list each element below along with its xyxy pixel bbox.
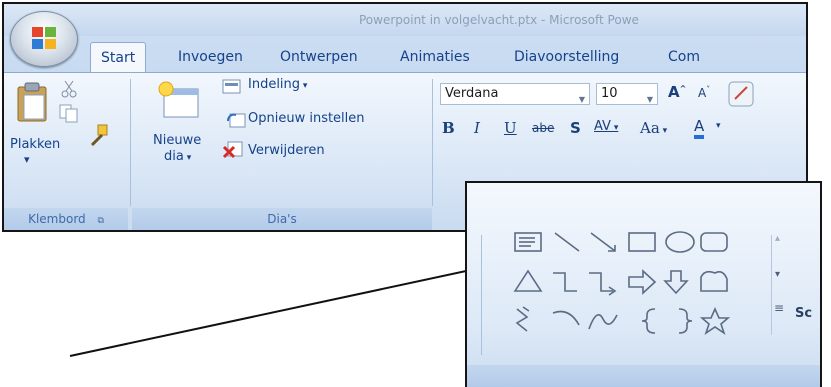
inset-footer bbox=[467, 365, 820, 387]
strikethrough-button[interactable]: abe bbox=[532, 121, 554, 135]
slides-group-label: Dia's bbox=[267, 212, 297, 226]
tab-diavoorstelling[interactable]: Diavoorstelling bbox=[504, 42, 629, 72]
gallery-more-icon[interactable]: ≡ bbox=[774, 301, 784, 315]
right-arrow-icon[interactable] bbox=[628, 269, 657, 295]
text-box-icon[interactable] bbox=[514, 232, 542, 252]
office-button[interactable] bbox=[10, 11, 78, 67]
new-slide-icon[interactable] bbox=[158, 81, 202, 123]
triangle-icon[interactable] bbox=[513, 269, 543, 292]
character-spacing-button[interactable]: AV ▾ bbox=[594, 119, 618, 134]
paste-dropdown-icon[interactable]: ▾ bbox=[24, 153, 30, 166]
curve-icon[interactable] bbox=[588, 313, 618, 330]
ribbon-tabs: Start Invoegen Ontwerpen Animaties Diavo… bbox=[90, 42, 806, 73]
italic-button[interactable]: I bbox=[474, 119, 480, 137]
bold-button[interactable]: B bbox=[442, 119, 455, 137]
section-label: Sc bbox=[795, 306, 813, 321]
gallery-scroll-up-icon[interactable]: ▴ bbox=[775, 233, 780, 244]
reset-icon[interactable] bbox=[226, 111, 246, 129]
tab-com[interactable]: Com bbox=[658, 42, 710, 72]
clipboard-group-label: Klembord bbox=[28, 212, 86, 226]
dialog-launcher-icon[interactable]: ⧉ bbox=[97, 216, 103, 226]
title-bar: Powerpoint in volgelvacht.ptx - Microsof… bbox=[4, 4, 806, 36]
right-brace-icon[interactable] bbox=[678, 308, 693, 334]
arrow-line-icon[interactable] bbox=[590, 232, 616, 252]
delete-slide-icon[interactable] bbox=[222, 139, 244, 159]
cut-icon[interactable] bbox=[58, 79, 80, 99]
font-color-button[interactable]: A bbox=[694, 117, 705, 139]
font-size-select[interactable]: 10 ▼ bbox=[596, 83, 658, 105]
underline-button[interactable]: U bbox=[504, 119, 517, 137]
group-separator bbox=[481, 235, 482, 355]
clipboard-group-footer: Klembord ⧉ bbox=[4, 208, 128, 230]
slides-group-footer: Dia's bbox=[132, 208, 432, 230]
paste-label: Plakken bbox=[10, 137, 61, 152]
clear-formatting-icon[interactable] bbox=[726, 79, 756, 109]
change-case-button[interactable]: Aa ▾ bbox=[640, 119, 667, 137]
freeform-icon[interactable] bbox=[515, 306, 530, 332]
paste-icon[interactable] bbox=[16, 81, 50, 125]
elbow-connector-icon[interactable] bbox=[553, 272, 577, 292]
gallery-scroll-down-icon[interactable]: ▾ bbox=[775, 269, 780, 280]
window-title: Powerpoint in volgelvacht.ptx - Microsof… bbox=[359, 13, 639, 27]
elbow-arrow-connector-icon[interactable] bbox=[589, 272, 617, 296]
callout-icon[interactable] bbox=[700, 270, 728, 292]
font-name-select[interactable]: Verdana ▼ bbox=[440, 83, 590, 105]
shapes-grid bbox=[513, 231, 731, 335]
reset-label[interactable]: Opnieuw instellen bbox=[248, 111, 365, 126]
rounded-rectangle-icon[interactable] bbox=[700, 232, 728, 252]
inset-top-edge bbox=[467, 183, 820, 184]
grow-font-button[interactable]: A^ bbox=[668, 83, 686, 101]
tab-animaties[interactable]: Animaties bbox=[390, 42, 480, 72]
rectangle-icon[interactable] bbox=[628, 232, 656, 252]
shrink-font-button[interactable]: A˅ bbox=[698, 85, 710, 100]
copy-icon[interactable] bbox=[58, 103, 80, 123]
line-icon[interactable] bbox=[554, 232, 580, 252]
arc-icon[interactable] bbox=[552, 310, 580, 326]
shapes-gallery-zoom: ▴ ▾ ≡ Sc bbox=[465, 181, 822, 387]
tab-start[interactable]: Start bbox=[90, 42, 147, 73]
layout-icon[interactable] bbox=[222, 79, 242, 95]
new-slide-label-2: dia ▾ bbox=[164, 149, 192, 164]
gallery-scroll-strip bbox=[771, 235, 790, 335]
format-painter-icon[interactable] bbox=[88, 123, 110, 147]
tab-invoegen[interactable]: Invoegen bbox=[168, 42, 253, 72]
oval-icon[interactable] bbox=[665, 231, 695, 253]
layout-label[interactable]: Indeling ▾ bbox=[248, 77, 307, 92]
delete-label[interactable]: Verwijderen bbox=[248, 143, 325, 158]
down-arrow-icon[interactable] bbox=[663, 270, 689, 295]
star-icon[interactable] bbox=[699, 307, 731, 335]
shadow-button[interactable]: S bbox=[570, 119, 581, 137]
office-logo-icon bbox=[32, 27, 56, 49]
group-separator bbox=[130, 79, 131, 206]
left-brace-icon[interactable] bbox=[641, 308, 656, 334]
font-color-dropdown-icon[interactable]: ▾ bbox=[716, 121, 721, 131]
new-slide-label: Nieuwe bbox=[153, 133, 202, 148]
tab-ontwerpen[interactable]: Ontwerpen bbox=[270, 42, 368, 72]
group-separator bbox=[432, 79, 433, 206]
